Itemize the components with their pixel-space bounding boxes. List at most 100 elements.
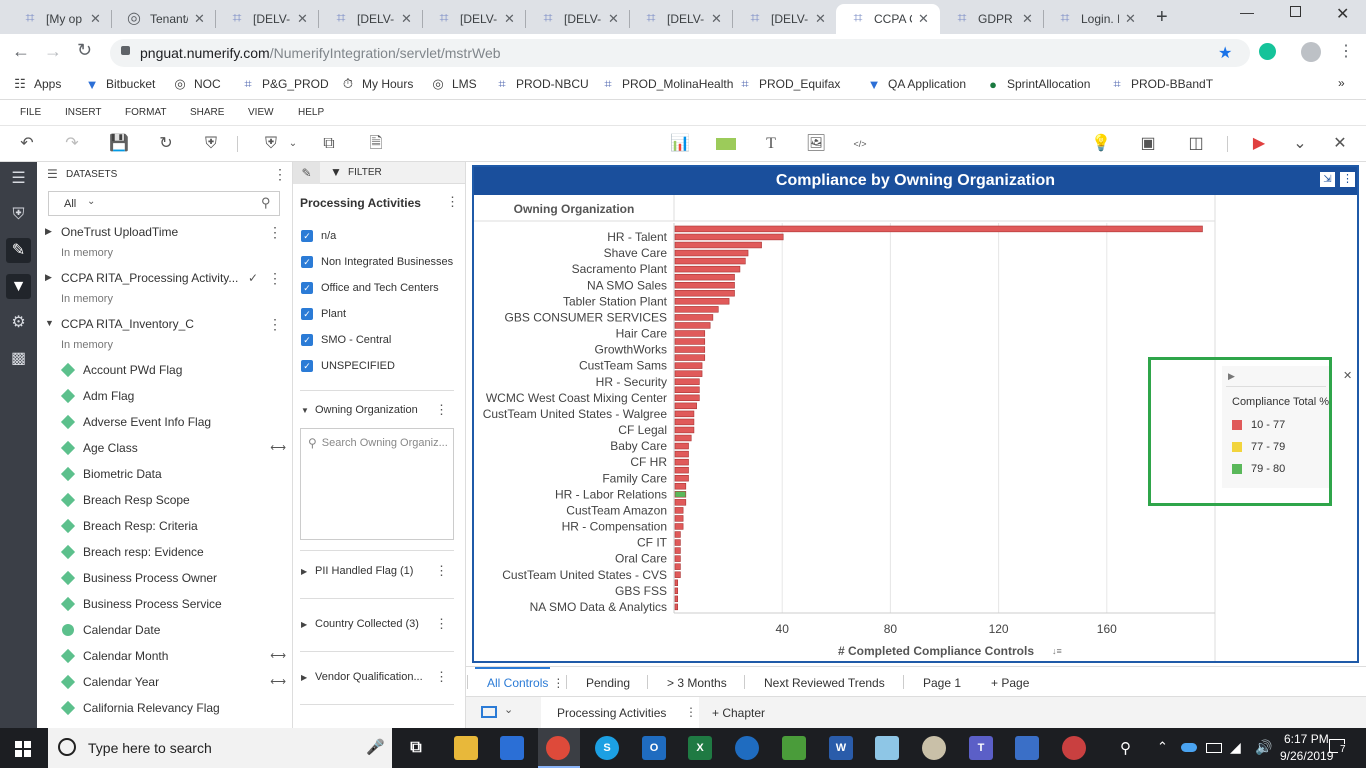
attribute-item[interactable]: Breach resp: Evidence xyxy=(60,542,286,562)
browser-tab[interactable]: ⌗ [DELV- ✕ xyxy=(422,4,526,34)
bookmark-item[interactable]: ● SprintAllocation xyxy=(985,76,1090,92)
onedrive-icon[interactable] xyxy=(1181,743,1197,752)
browser-tab[interactable]: ◎ Tenant/ ✕ xyxy=(112,4,216,34)
add-data-icon[interactable]: ⛨ xyxy=(260,134,282,154)
bar[interactable] xyxy=(674,378,700,385)
word-icon[interactable]: W xyxy=(829,736,853,760)
project-icon[interactable] xyxy=(782,736,806,760)
filter-checkbox-item[interactable]: ✓ Non Integrated Businesses xyxy=(301,253,461,271)
redo-icon[interactable]: ↷ xyxy=(61,134,83,154)
browser-tab[interactable]: ⌗ CCPA C ✕ xyxy=(836,4,940,34)
skype-icon[interactable]: S xyxy=(595,736,619,760)
bar[interactable] xyxy=(674,370,703,377)
bar[interactable] xyxy=(674,410,695,418)
bookmark-item[interactable]: ⌗ PROD_Equifax xyxy=(737,76,840,92)
close-tab-icon[interactable]: ✕ xyxy=(608,11,619,27)
bar[interactable] xyxy=(674,338,706,345)
filter-checkbox-item[interactable]: ✓ Plant xyxy=(301,305,461,323)
browser-tab[interactable]: ⌗ [DELV- ✕ xyxy=(319,4,423,34)
volume-icon[interactable]: 🔊 xyxy=(1255,739,1272,756)
bar[interactable] xyxy=(674,354,706,361)
maps-icon[interactable] xyxy=(735,736,759,760)
insert-text-icon[interactable]: T xyxy=(760,134,782,154)
browser-tab[interactable]: ⌗ [DELV- ✕ xyxy=(629,4,733,34)
bar[interactable] xyxy=(674,306,719,313)
add-page-button[interactable]: + Page xyxy=(991,676,1029,690)
presentation-mode-icon[interactable]: ▣ xyxy=(1137,134,1159,154)
dataset-menu-icon[interactable]: ⋮ xyxy=(268,270,282,287)
filter-icon[interactable]: ▼ xyxy=(6,274,31,299)
snipping-tool-icon[interactable] xyxy=(1062,736,1086,760)
attribute-item[interactable]: Business Process Service xyxy=(60,594,286,614)
filter-section-menu-icon[interactable]: ⋮ xyxy=(435,563,448,579)
owning-org-filter-header[interactable]: ▼ Owning Organization ⋮ xyxy=(301,401,456,419)
bookmark-item[interactable]: ▼ Bitbucket xyxy=(84,76,156,92)
filter-section-header[interactable]: ▶ Country Collected (3) ⋮ xyxy=(301,615,456,633)
collapse-icon[interactable]: ⌄ xyxy=(1289,134,1311,154)
chevron-right-icon[interactable]: ▶ xyxy=(45,226,52,237)
bar[interactable] xyxy=(674,531,681,538)
bar[interactable] xyxy=(674,595,679,603)
dataset-item[interactable]: ▶ OneTrust UploadTime ⋮ xyxy=(37,222,292,244)
bar[interactable] xyxy=(674,330,706,337)
checkbox-checked-icon[interactable]: ✓ xyxy=(301,256,313,268)
viz-expand-icon[interactable]: ⇲ xyxy=(1320,172,1335,187)
table-of-contents-icon[interactable]: ☰ xyxy=(6,166,31,191)
filter-section-header[interactable]: ▶ PII Handled Flag (1) ⋮ xyxy=(301,562,456,580)
file-explorer-icon[interactable] xyxy=(454,736,478,760)
grammarly-icon[interactable] xyxy=(1259,43,1276,60)
bar[interactable] xyxy=(674,346,706,353)
profile-avatar[interactable] xyxy=(1301,42,1321,62)
close-icon[interactable]: ✕ xyxy=(1329,134,1351,154)
bar[interactable] xyxy=(674,603,679,611)
bar[interactable] xyxy=(674,386,700,393)
windows-start-icon[interactable] xyxy=(15,741,31,757)
close-tab-icon[interactable]: ✕ xyxy=(815,11,826,27)
datasets-icon[interactable]: ⛨ xyxy=(6,202,31,227)
attribute-item[interactable]: Account PWd Flag xyxy=(60,360,286,380)
checkbox-checked-icon[interactable]: ✓ xyxy=(301,308,313,320)
bar[interactable] xyxy=(674,499,687,506)
bar[interactable] xyxy=(674,523,684,530)
microphone-icon[interactable]: 🎤 xyxy=(366,738,385,756)
insert-viz-icon[interactable]: 📊 xyxy=(669,134,691,154)
browser-tab[interactable]: ⌗ [DELV- ✕ xyxy=(733,4,837,34)
page-tab[interactable]: Next Reviewed Trends xyxy=(764,676,885,690)
filter-tab-icon[interactable]: ▼ xyxy=(330,165,342,179)
paint-icon[interactable] xyxy=(922,736,946,760)
bar[interactable] xyxy=(674,394,700,402)
bar[interactable] xyxy=(674,362,703,369)
bar[interactable] xyxy=(674,587,679,595)
duplicate-icon[interactable]: ⧉ xyxy=(318,134,340,154)
attribute-item[interactable]: Breach Resp Scope xyxy=(60,490,286,510)
filter-section-menu-icon[interactable]: ⋮ xyxy=(446,194,459,210)
people-icon[interactable]: ⚲ xyxy=(1120,739,1131,757)
chevron-down-icon[interactable]: ⌄ xyxy=(504,703,513,716)
chevron-right-icon[interactable]: ▶ xyxy=(45,272,52,283)
taskbar-search-box[interactable]: Type here to search 🎤 xyxy=(48,728,392,768)
bar[interactable] xyxy=(674,273,735,281)
attribute-item[interactable]: Calendar Date xyxy=(61,620,286,640)
close-tab-icon[interactable]: ✕ xyxy=(90,11,101,27)
bar[interactable] xyxy=(674,483,687,490)
network-app-icon[interactable] xyxy=(1015,736,1039,760)
browser-tab[interactable]: ⌗ [DELV- ✕ xyxy=(215,4,319,34)
task-view-icon[interactable]: ⧉ xyxy=(404,736,428,760)
fit-to-page-icon[interactable]: ◫ xyxy=(1185,134,1207,154)
bar[interactable] xyxy=(674,434,692,442)
close-tab-icon[interactable]: ✕ xyxy=(194,11,205,27)
bar[interactable] xyxy=(674,418,695,426)
datasets-menu-icon[interactable]: ⋮ xyxy=(273,166,287,183)
bar[interactable] xyxy=(674,474,689,482)
bar[interactable] xyxy=(674,563,681,570)
attribute-item[interactable]: Adm Flag xyxy=(60,386,286,406)
url-field[interactable]: pnguat.numerify.com/NumerifyIntegration/… xyxy=(110,39,1250,67)
add-chapter-button[interactable]: + Chapter xyxy=(712,706,765,720)
attribute-item[interactable]: Adverse Event Info Flag xyxy=(60,412,286,432)
insert-image-icon[interactable]: 🖼 xyxy=(805,134,827,154)
present-icon[interactable]: ▶ xyxy=(1248,134,1270,154)
edit-tab-icon[interactable]: ✎ xyxy=(293,162,320,184)
checkbox-checked-icon[interactable]: ✓ xyxy=(301,282,313,294)
bookmark-item[interactable]: ⌗ PROD-BBandT xyxy=(1109,76,1213,92)
bar[interactable] xyxy=(674,314,714,321)
